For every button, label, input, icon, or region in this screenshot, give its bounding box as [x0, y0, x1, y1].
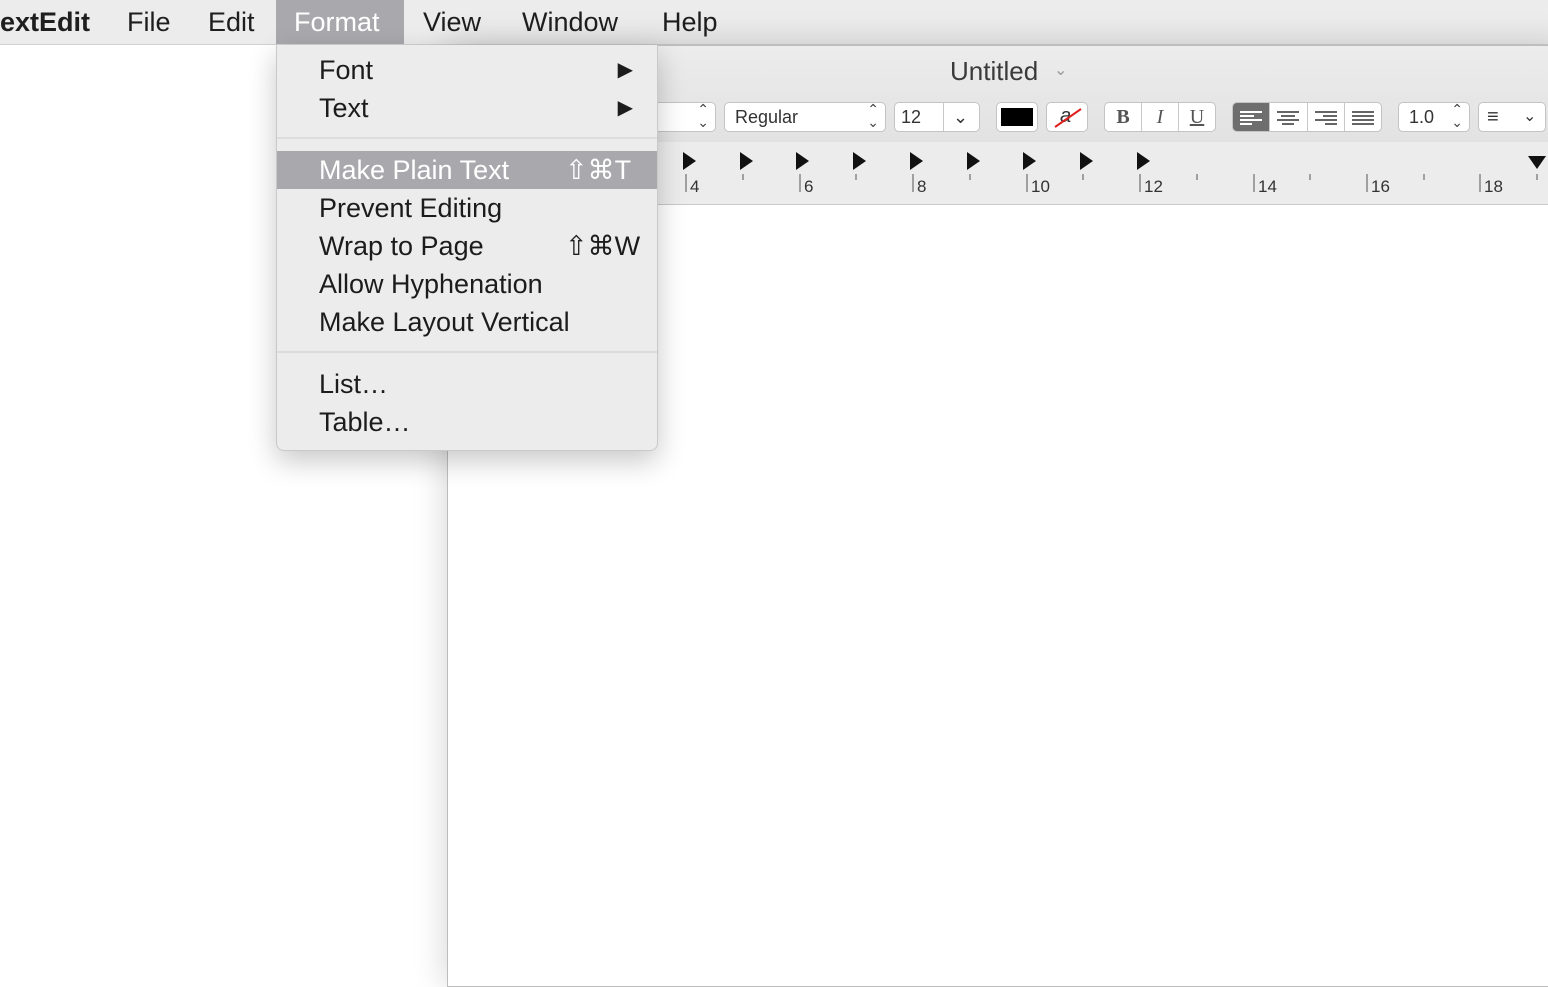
ruler-label: 4 [690, 177, 699, 196]
ruler-label: 8 [917, 177, 926, 196]
align-right-icon [1314, 111, 1337, 125]
menu-item-list[interactable]: List… [277, 365, 657, 403]
font-size-combo[interactable]: 12 ⌄ [894, 102, 980, 132]
window-title[interactable]: Untitled [950, 54, 1038, 88]
font-size-chevron-icon[interactable]: ⌄ [953, 103, 968, 131]
text-style-segment: B I U [1104, 102, 1216, 132]
tab-stop-marker[interactable] [1080, 152, 1093, 170]
title-chevron-icon[interactable]: ⌄ [1054, 60, 1067, 80]
ruler-label: 10 [1031, 177, 1050, 196]
ruler-label: 14 [1258, 177, 1277, 196]
menu-item-label: Make Layout Vertical [319, 307, 570, 337]
tab-stop-marker[interactable] [1023, 152, 1036, 170]
font-size-divider [943, 103, 944, 131]
format-menu: Font ▶ Text ▶ Make Plain Text ⇧⌘T Preven… [276, 45, 658, 451]
menu-item-prevent-editing[interactable]: Prevent Editing [277, 189, 657, 227]
menu-item-label: Allow Hyphenation [319, 269, 543, 299]
typeface-stepper-icon: ⌃ ⌄ [867, 101, 879, 130]
typeface-style-value: Regular [735, 107, 799, 127]
align-center-icon [1277, 111, 1300, 125]
justify-icon [1351, 111, 1374, 125]
menu-item-label: Font [319, 55, 374, 85]
line-spacing-popup[interactable]: 1.0 ⌃ ⌄ [1398, 102, 1470, 132]
menu-item-label: Table… [319, 407, 411, 437]
tab-stop-marker[interactable] [910, 152, 923, 170]
list-bullets-icon: ≡ [1487, 106, 1499, 128]
menu-item-allow-hyphenation[interactable]: Allow Hyphenation [277, 265, 657, 303]
list-bullets-popup[interactable]: ≡ ⌄ [1478, 102, 1546, 132]
align-left-button[interactable] [1233, 103, 1271, 131]
menu-item-label: List… [319, 369, 389, 399]
tab-stop-marker[interactable] [796, 152, 809, 170]
menubar-window[interactable]: Window [504, 0, 636, 44]
align-left-icon [1240, 111, 1263, 125]
line-spacing-value: 1.0 [1409, 107, 1435, 127]
text-color-swatch [1001, 108, 1033, 126]
menu-item-make-layout-vertical[interactable]: Make Layout Vertical [277, 303, 657, 341]
submenu-arrow-icon: ▶ [617, 97, 633, 119]
menu-item-table[interactable]: Table… [277, 403, 657, 441]
typeface-style-popup[interactable]: Regular ⌃ ⌄ [724, 102, 886, 132]
menubar-format[interactable]: Format [276, 0, 404, 44]
text-color-well[interactable] [996, 102, 1038, 132]
menu-item-font[interactable]: Font ▶ [277, 51, 657, 89]
tab-stop-marker[interactable] [740, 152, 753, 170]
menu-item-wrap-to-page[interactable]: Wrap to Page ⇧⌘W [277, 227, 657, 265]
menu-item-shortcut: ⇧⌘T [565, 155, 632, 185]
ruler-label: 6 [804, 177, 813, 196]
menubar-app-name[interactable]: extEdit [0, 0, 108, 44]
highlight-color-well[interactable]: a [1046, 102, 1088, 132]
menu-item-label: Prevent Editing [319, 193, 503, 223]
alignment-segment [1232, 102, 1382, 132]
menubar-file[interactable]: File [109, 0, 189, 44]
font-size-value: 12 [901, 107, 922, 127]
font-family-stepper-icon: ⌃ ⌄ [697, 101, 709, 130]
menubar-view[interactable]: View [405, 0, 499, 44]
ruler-label: 16 [1371, 177, 1390, 196]
menu-separator [277, 137, 657, 139]
tab-stop-marker[interactable] [683, 152, 696, 170]
ruler-label: 12 [1144, 177, 1163, 196]
bold-button[interactable]: B [1105, 103, 1142, 131]
menu-separator [277, 351, 657, 353]
ruler-label: 18 [1484, 177, 1503, 196]
no-highlight-slash-icon [1054, 108, 1082, 128]
right-margin-marker[interactable] [1528, 156, 1546, 169]
align-right-button[interactable] [1308, 103, 1345, 131]
menu-bar: extEdit File Edit Format View Window Hel… [0, 0, 1548, 45]
submenu-arrow-icon: ▶ [617, 59, 633, 81]
underline-button[interactable]: U [1179, 103, 1215, 131]
tab-stop-marker[interactable] [853, 152, 866, 170]
menu-item-shortcut: ⇧⌘W [565, 231, 641, 261]
menu-item-label: Wrap to Page [319, 231, 484, 261]
line-spacing-stepper-icon: ⌃ ⌄ [1451, 101, 1463, 130]
menubar-edit[interactable]: Edit [190, 0, 273, 44]
menu-item-label: Make Plain Text [319, 155, 510, 185]
menu-item-label: Text [319, 93, 369, 123]
align-center-button[interactable] [1270, 103, 1308, 131]
justify-button[interactable] [1345, 103, 1381, 131]
menu-item-make-plain-text[interactable]: Make Plain Text ⇧⌘T [277, 151, 657, 189]
menubar-help[interactable]: Help [644, 0, 736, 44]
tab-stop-marker[interactable] [1137, 152, 1150, 170]
tab-stop-marker[interactable] [967, 152, 980, 170]
italic-button[interactable]: I [1142, 103, 1179, 131]
menu-item-text[interactable]: Text ▶ [277, 89, 657, 127]
list-chevron-icon: ⌄ [1523, 108, 1537, 125]
